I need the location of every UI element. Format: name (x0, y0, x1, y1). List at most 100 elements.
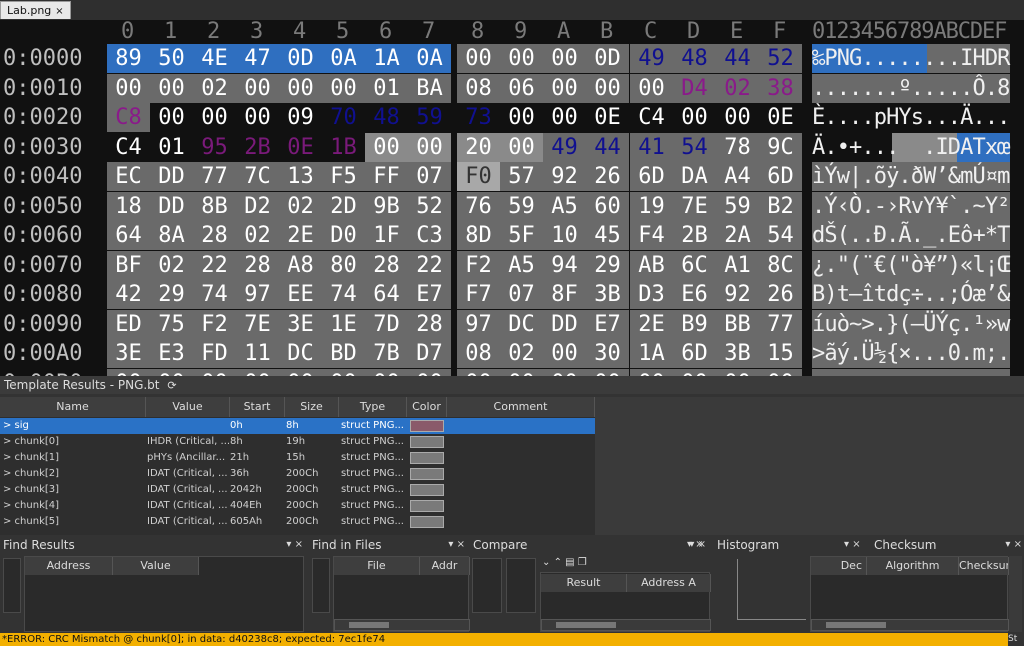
hex-byte[interactable]: EC (107, 162, 150, 191)
hex-byte[interactable]: 44 (716, 44, 759, 73)
hex-byte[interactable]: 95 (193, 132, 236, 162)
hex-byte[interactable]: A4 (716, 162, 759, 191)
hex-byte[interactable]: 49 (543, 132, 586, 162)
hex-byte[interactable]: FF (365, 162, 408, 191)
hex-byte[interactable]: 02 (236, 221, 279, 250)
panel-controls[interactable]: ▾ × (286, 537, 303, 553)
hex-byte[interactable]: 92 (716, 280, 759, 309)
hex-byte[interactable]: DD (150, 191, 193, 221)
hex-byte[interactable]: 00 (716, 368, 759, 376)
hex-byte[interactable]: 78 (716, 132, 759, 162)
hex-byte[interactable]: 75 (150, 309, 193, 339)
hex-byte[interactable]: 2D (322, 191, 365, 221)
hex-byte[interactable]: 57 (500, 162, 543, 191)
hex-byte[interactable]: 52 (759, 44, 802, 73)
template-row[interactable]: > sig 0h 8h struct PNG... (0, 418, 595, 434)
hex-byte[interactable]: 0D (586, 44, 629, 73)
hex-byte[interactable]: 00 (193, 103, 236, 132)
template-col-comment[interactable]: Comment (447, 397, 595, 417)
col-address[interactable]: Address (25, 557, 113, 575)
ascii-row[interactable]: È....pHYs...Ä... (812, 103, 1010, 132)
ascii-row[interactable]: ................ (812, 368, 1010, 376)
hex-byte[interactable]: BD (322, 339, 365, 368)
hex-byte[interactable]: 41 (630, 132, 673, 162)
hex-byte[interactable]: 47 (236, 44, 279, 73)
hex-byte[interactable]: 4E (193, 44, 236, 73)
hex-editor[interactable]: 0 1 2 3 4 5 6 7 8 9 A B C D E F 0123456789ABCDEF 0:0000 89… (0, 20, 1024, 376)
hex-byte[interactable]: 0E (586, 103, 629, 132)
hex-byte[interactable]: 00 (322, 73, 365, 103)
hex-byte[interactable]: A8 (279, 250, 322, 280)
hex-byte[interactable]: 1F (365, 221, 408, 250)
hex-byte[interactable]: BA (408, 73, 451, 103)
hex-byte[interactable]: C3 (408, 221, 451, 250)
hex-byte[interactable]: 64 (365, 280, 408, 309)
hex-byte[interactable]: D3 (630, 280, 673, 309)
hex-byte[interactable]: 09 (279, 103, 322, 132)
find-results-list[interactable]: Address Value (24, 556, 304, 632)
ascii-row[interactable]: ìÝw|.õÿ.ðW’&mÚ¤m (812, 162, 1010, 191)
tab-lab-png[interactable]: Lab.png × (0, 1, 71, 19)
hex-byte[interactable]: 00 (630, 73, 673, 103)
hex-byte[interactable]: 00 (500, 368, 543, 376)
compare-results-list[interactable]: Result Address A (540, 572, 711, 632)
refresh-icon[interactable]: ⟳ (167, 379, 176, 392)
horizontal-scrollbar[interactable] (811, 619, 1009, 631)
hex-byte[interactable]: F2 (457, 250, 500, 280)
hex-byte[interactable]: 3B (586, 280, 629, 309)
hex-byte[interactable]: 0E (759, 103, 802, 132)
hex-byte[interactable]: 1E (322, 309, 365, 339)
hex-byte[interactable]: 8A (150, 221, 193, 250)
hex-byte[interactable]: 00 (630, 368, 673, 376)
hex-byte[interactable]: 3E (107, 339, 150, 368)
ascii-row[interactable]: ‰PNG........IHDR (812, 44, 1010, 73)
hex-byte[interactable]: E7 (586, 309, 629, 339)
hex-byte[interactable]: 1B (322, 132, 365, 162)
hex-byte[interactable]: FD (193, 339, 236, 368)
hex-byte[interactable]: 22 (408, 250, 451, 280)
document-icon[interactable]: ▤ (565, 557, 574, 568)
hex-byte[interactable]: D7 (408, 339, 451, 368)
template-row[interactable]: > chunk[4] IDAT (Critical, ... 404Eh 200Ch s… (0, 498, 595, 514)
template-col-value[interactable]: Value (146, 397, 230, 417)
ascii-row[interactable]: íuò~>.}(—ÜÝç.¹»w (812, 309, 1010, 339)
ascii-row[interactable]: dŠ(..Ð.Ã._.Eô+*T (812, 221, 1010, 250)
hex-byte[interactable]: C4 (630, 103, 673, 132)
hex-byte[interactable]: 64 (107, 221, 150, 250)
hex-byte[interactable]: 07 (408, 162, 451, 191)
hex-byte[interactable]: 01 (150, 132, 193, 162)
hex-byte[interactable]: DA (673, 162, 716, 191)
hex-byte[interactable]: 8D (457, 221, 500, 250)
hex-byte[interactable]: 00 (236, 368, 279, 376)
vertical-scrollbar[interactable] (1009, 556, 1022, 632)
hex-byte[interactable]: 15 (759, 339, 802, 368)
template-row[interactable]: > chunk[5] IDAT (Critical, ... 605Ah 200Ch s… (0, 514, 595, 530)
hex-byte[interactable]: 29 (150, 280, 193, 309)
hex-byte[interactable]: 00 (543, 368, 586, 376)
close-icon[interactable]: × (55, 6, 63, 17)
hex-byte[interactable]: 00 (365, 132, 408, 162)
hex-byte[interactable]: 50 (150, 44, 193, 73)
hex-byte[interactable]: ED (107, 309, 150, 339)
col-file[interactable]: File (334, 557, 420, 575)
hex-byte[interactable]: 70 (322, 103, 365, 132)
hex-byte[interactable]: AB (630, 250, 673, 280)
hex-byte[interactable]: 0D (279, 44, 322, 73)
hex-byte[interactable]: 00 (150, 103, 193, 132)
hex-byte[interactable]: 26 (759, 280, 802, 309)
hex-byte[interactable]: 48 (673, 44, 716, 73)
hex-byte[interactable]: 02 (193, 73, 236, 103)
col-addr[interactable]: Addr (420, 557, 470, 575)
hex-byte[interactable]: 30 (586, 339, 629, 368)
panel-controls[interactable]: ▾ × (448, 537, 465, 553)
hex-byte[interactable]: 20 (457, 132, 500, 162)
template-row[interactable]: > chunk[2] IDAT (Critical, ... 36h 200Ch str… (0, 466, 595, 482)
hex-byte[interactable]: 9B (365, 191, 408, 221)
hex-byte[interactable]: 48 (365, 103, 408, 132)
hex-byte[interactable]: 6C (673, 250, 716, 280)
hex-byte[interactable]: 42 (107, 280, 150, 309)
hex-byte[interactable]: 0A (408, 44, 451, 73)
hex-byte[interactable]: B2 (759, 191, 802, 221)
hex-byte[interactable]: 92 (543, 162, 586, 191)
panel-controls-right[interactable]: ▾ × (1005, 537, 1022, 553)
